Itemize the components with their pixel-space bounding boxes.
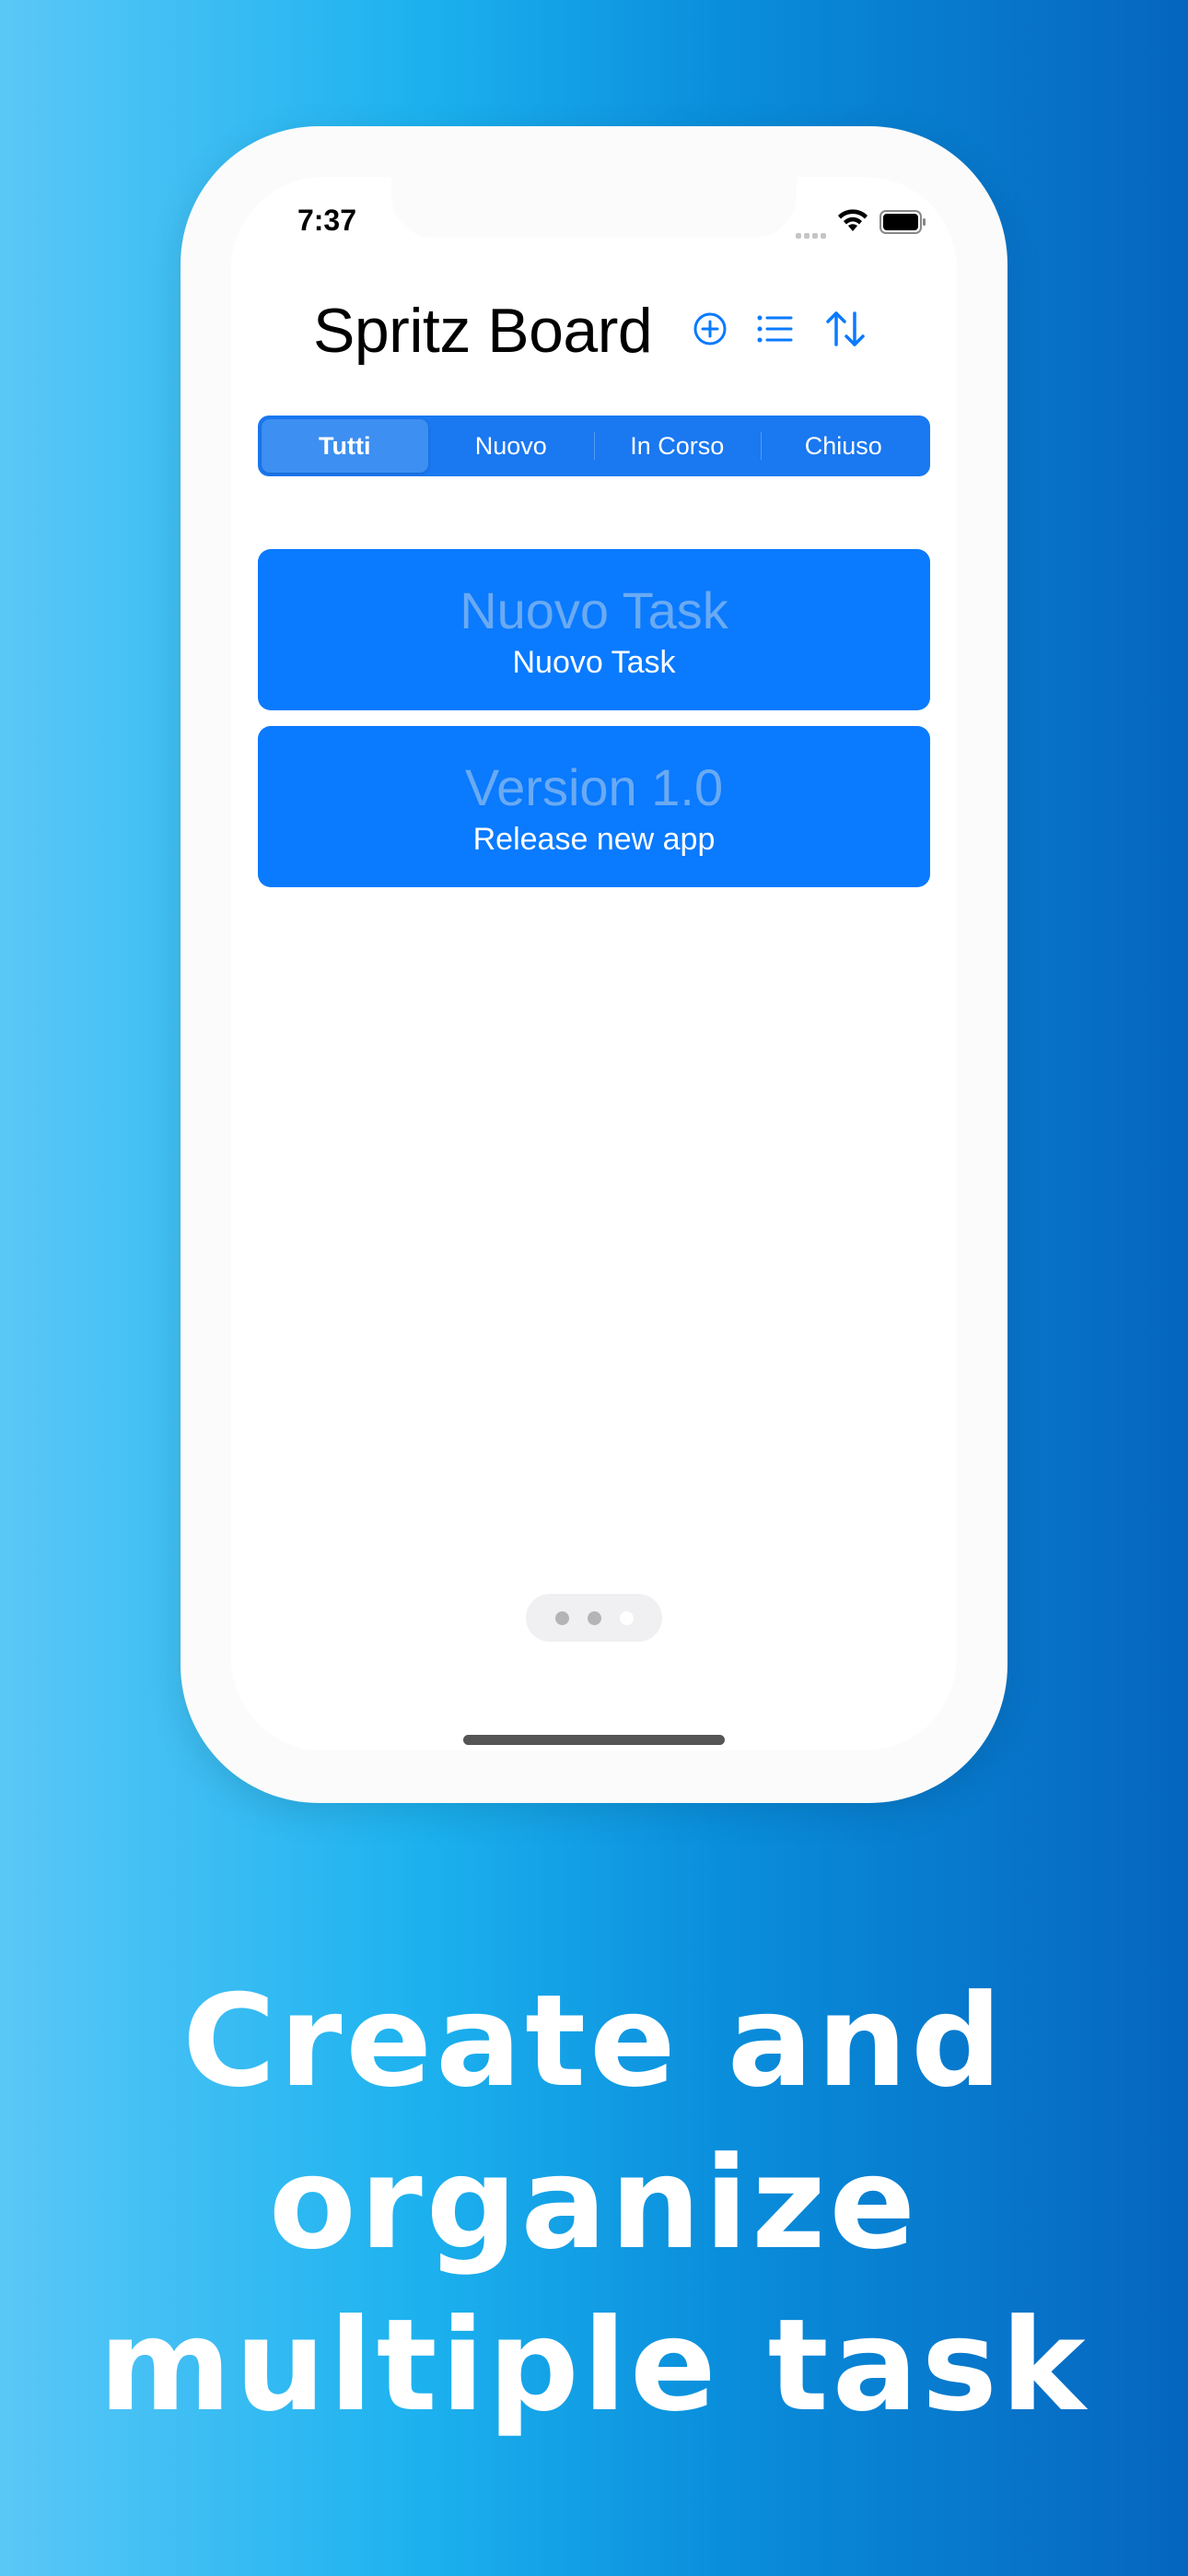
caption-line: organize: [268, 2129, 920, 2277]
status-time: 7:37: [297, 204, 357, 237]
page-indicator: [526, 1594, 662, 1642]
caption-line: multiple task: [99, 2291, 1089, 2440]
segment-chiuso[interactable]: Chiuso: [760, 419, 927, 473]
promo-caption: Create and organize multiple task: [0, 1961, 1188, 2447]
page-dot-current[interactable]: [619, 1610, 634, 1625]
app-title: Spritz Board: [313, 296, 653, 366]
status-filter-segmented-control: Tutti Nuovo In Corso Chiuso: [258, 416, 930, 476]
segment-nuovo[interactable]: Nuovo: [428, 419, 595, 473]
notch: [391, 177, 797, 238]
page-dot[interactable]: [554, 1610, 569, 1625]
cellular-signal-icon: [796, 227, 829, 243]
task-description: Nuovo Task: [512, 645, 676, 680]
task-card[interactable]: Version 1.0 Release new app: [258, 726, 930, 887]
sort-arrows-icon[interactable]: [825, 310, 866, 353]
segment-tutti[interactable]: Tutti: [262, 419, 428, 473]
caption-line: Create and: [182, 1967, 1006, 2115]
task-description: Release new app: [472, 822, 716, 857]
task-title: Nuovo Task: [460, 581, 728, 639]
task-card[interactable]: Nuovo Task Nuovo Task: [258, 549, 930, 710]
home-indicator: [463, 1735, 725, 1745]
plus-circle-icon[interactable]: [693, 311, 728, 351]
app-screen: [231, 177, 957, 1751]
wifi-icon: [836, 207, 869, 238]
battery-icon: [879, 210, 927, 239]
list-icon[interactable]: [757, 315, 794, 347]
segment-in-corso[interactable]: In Corso: [594, 419, 761, 473]
task-title: Version 1.0: [464, 758, 724, 816]
page-dot[interactable]: [587, 1610, 601, 1625]
